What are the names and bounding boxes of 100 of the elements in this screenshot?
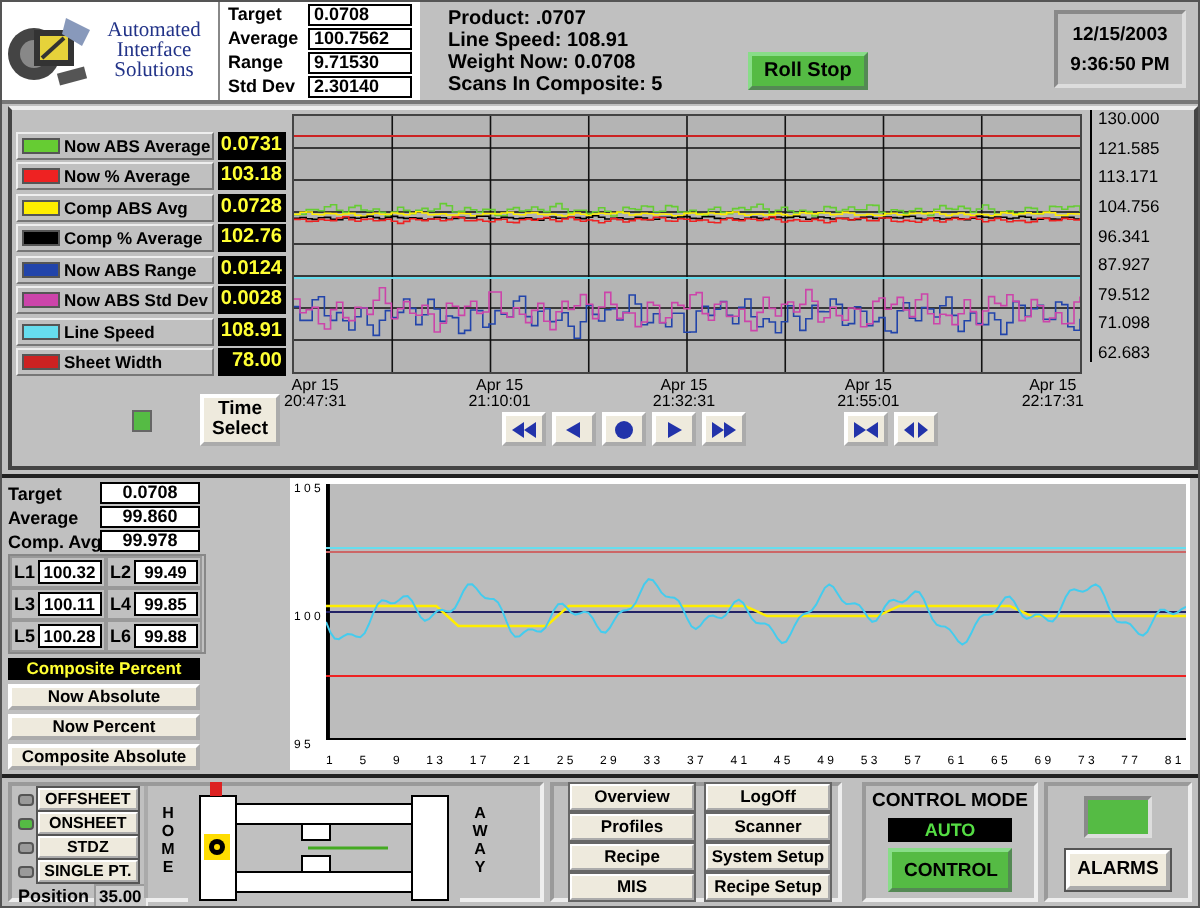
lane-value: 99.85: [133, 592, 198, 616]
lane-label: L6: [110, 626, 132, 646]
menu-button[interactable]: System Setup: [706, 844, 830, 870]
legend-value: 0.0728: [218, 193, 286, 222]
lane-label: L5: [14, 626, 36, 646]
time-text: 9:36:50 PM: [1070, 53, 1170, 75]
menu-button[interactable]: LogOff: [706, 784, 830, 810]
zoom-button[interactable]: [844, 412, 888, 446]
stat-value: 99.978: [100, 530, 200, 552]
stat-label: Average: [228, 28, 301, 50]
alarms-button[interactable]: ALARMS: [1065, 849, 1171, 889]
legend-label: Now ABS Range: [16, 255, 214, 284]
playback-button[interactable]: [502, 412, 546, 446]
stat-value: 0.0708: [308, 4, 412, 26]
menu-button[interactable]: Overview: [570, 784, 694, 810]
axis-tick-label: 96.341: [1098, 227, 1152, 245]
position-label: Position: [18, 886, 89, 906]
roll-stop-button[interactable]: Roll Stop: [748, 52, 868, 90]
lane-label: L2: [110, 562, 132, 582]
legend-label: Now % Average: [16, 162, 214, 191]
axis-tick-label: 113.171: [1098, 168, 1160, 187]
axis-tick-label: 87.927: [1098, 256, 1152, 275]
legend-value: 0.0124: [218, 255, 286, 284]
legend-value: 108.91: [218, 317, 286, 346]
info-text: Scans In Composite: 5: [448, 74, 665, 96]
stat-value: 9.71530: [308, 52, 412, 74]
menu-button[interactable]: Scanner: [706, 814, 830, 840]
axis-tick-label: 130.000: [1098, 110, 1160, 128]
media-zoom-in-icon: [852, 417, 880, 441]
legend-label: Line Speed: [16, 317, 214, 346]
view-button[interactable]: Now Absolute: [8, 684, 200, 710]
info-text: Weight Now: 0.0708: [448, 52, 638, 74]
legend-label: Now ABS Std Dev: [16, 286, 214, 315]
media-rewind-icon: [510, 417, 538, 441]
playback-button[interactable]: [702, 412, 746, 446]
stat-label: Target: [8, 483, 64, 503]
time-axis-label: Apr 15 20:47:31: [284, 378, 347, 410]
sheet-mode-button[interactable]: SINGLE PT.: [37, 860, 138, 882]
axis-tick-label: 79.512: [1098, 285, 1152, 304]
legend-value: 0.0731: [218, 131, 286, 160]
time-axis-label: Apr 15 21:10:01: [468, 378, 531, 410]
sheet-mode-button[interactable]: OFFSHEET: [37, 788, 138, 810]
menu-button[interactable]: Profiles: [570, 814, 694, 840]
company-name: Automated Interface Solutions: [105, 21, 203, 81]
control-mode-title: CONTROL MODE: [872, 790, 1028, 812]
away-label: AWAY: [472, 806, 488, 878]
lane-label: L1: [14, 562, 36, 582]
media-fast-forward-icon: [710, 417, 738, 441]
lane-label: L4: [110, 594, 132, 614]
stat-value: 0.0708: [100, 482, 200, 504]
stat-value: 99.860: [100, 506, 200, 528]
lane-value: 100.11: [37, 592, 102, 616]
legend-value: 102.76: [218, 224, 286, 253]
legend-label: Comp % Average: [16, 224, 214, 253]
sheet-mode-button[interactable]: STDZ: [37, 836, 138, 858]
stat-label: Target: [228, 4, 284, 26]
stat-value: 2.30140: [308, 76, 412, 98]
lane-value: 100.28: [37, 624, 102, 648]
stat-label: Range: [228, 52, 286, 74]
legend-value: 103.18: [218, 162, 286, 191]
stat-label: Comp. Avg: [8, 531, 100, 551]
menu-button[interactable]: Recipe: [570, 844, 694, 870]
menu-button[interactable]: Recipe Setup: [706, 874, 830, 900]
legend-value: 0.0028: [218, 286, 286, 315]
media-stop-icon: [610, 417, 638, 441]
legend-label: Comp ABS Avg: [16, 193, 214, 222]
stat-label: Average: [8, 507, 81, 527]
info-text: Product: .0707: [448, 8, 588, 30]
legend-label: Sheet Width: [16, 348, 214, 377]
status-lamp: [132, 409, 152, 431]
view-button[interactable]: Now Percent: [8, 714, 200, 740]
alarm-lamp: [1084, 795, 1152, 837]
axis-tick-label: 71.098: [1098, 314, 1152, 333]
lane-value: 100.32: [37, 560, 102, 584]
lane-value: 99.49: [133, 560, 198, 584]
view-button[interactable]: Composite Percent: [8, 658, 200, 680]
info-text: Line Speed: 108.91: [448, 30, 631, 52]
media-zoom-out-icon: [902, 417, 930, 441]
legend-label: Now ABS Average: [16, 131, 214, 160]
axis-tick-label: 121.585: [1098, 139, 1160, 158]
control-button[interactable]: CONTROL: [888, 848, 1012, 892]
time-axis-label: Apr 15 22:17:31: [1021, 378, 1084, 410]
menu-button[interactable]: MIS: [570, 874, 694, 900]
home-label: HOME: [160, 806, 176, 878]
time-axis-label: Apr 15 21:55:01: [837, 378, 900, 410]
stat-label: Std Dev: [228, 76, 298, 98]
stat-value: 100.7562: [308, 28, 412, 50]
sheet-mode-button[interactable]: ONSHEET: [37, 812, 138, 834]
position-value: 35.00: [93, 884, 148, 906]
lane-value: 99.88: [133, 624, 198, 648]
zoom-button[interactable]: [894, 412, 938, 446]
playback-button[interactable]: [552, 412, 596, 446]
playback-button[interactable]: [652, 412, 696, 446]
view-button[interactable]: Composite Absolute: [8, 744, 200, 770]
axis-tick-label: 104.756: [1098, 197, 1160, 216]
control-mode-value: AUTO: [888, 818, 1012, 842]
lane-label: L3: [14, 594, 36, 614]
axis-tick-label: 62.683: [1098, 344, 1152, 362]
playback-button[interactable]: [602, 412, 646, 446]
time-select-button[interactable]: Time Select: [200, 394, 280, 446]
